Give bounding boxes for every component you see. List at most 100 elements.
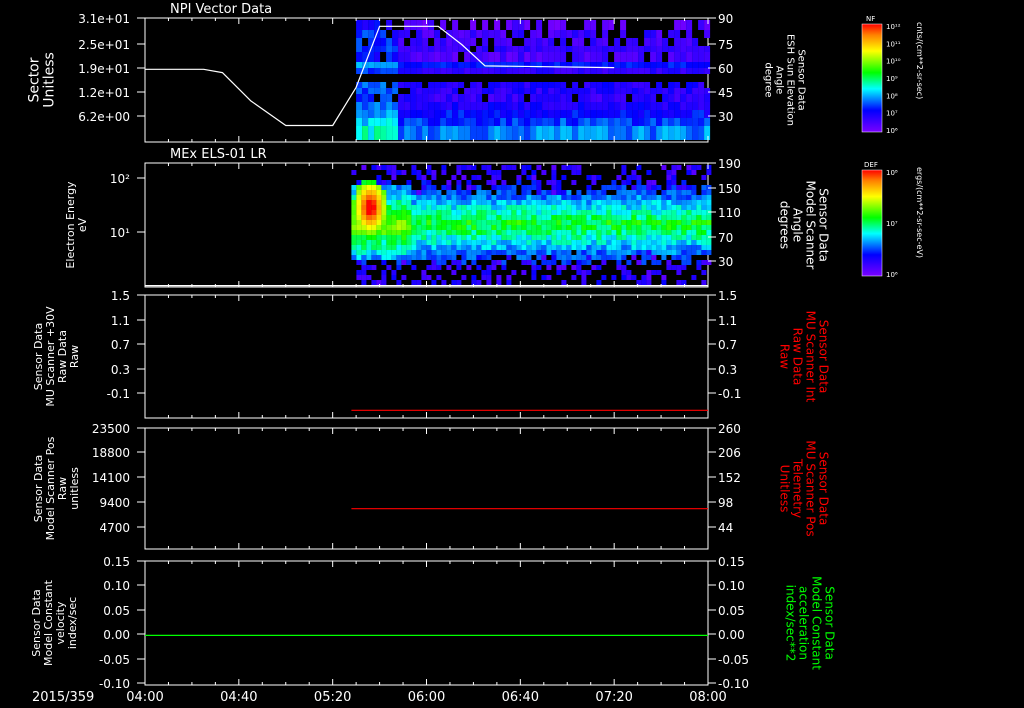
- spectrogram-cell: [446, 46, 453, 52]
- spectrogram-cell: [496, 250, 502, 255]
- spectrogram-cell: [536, 88, 543, 94]
- spectrogram-cell: [374, 68, 381, 74]
- spectrogram-cell: [686, 68, 693, 74]
- spectrogram-cell: [486, 220, 492, 225]
- spectrogram-cell: [470, 102, 477, 110]
- spectrogram-cell: [666, 190, 672, 195]
- spectrogram-cell: [551, 185, 557, 190]
- spectrogram-cell: [512, 102, 519, 110]
- spectrogram-cell: [691, 210, 697, 215]
- spectrogram-cell: [591, 180, 597, 185]
- spectrogram-cell: [371, 220, 377, 225]
- spectrogram-cell: [452, 94, 459, 102]
- spectrogram-cell: [590, 110, 597, 118]
- spectrogram-cell: [351, 170, 357, 175]
- spectrogram-cell: [494, 118, 501, 126]
- spectrogram-cell: [381, 210, 387, 215]
- spectrogram-cell: [591, 245, 597, 250]
- spectrogram-cell: [686, 62, 693, 68]
- spectrogram-cell: [632, 68, 639, 74]
- spectrogram-cell: [440, 46, 447, 52]
- spectrogram-cell: [491, 170, 497, 175]
- spectrogram-cell: [578, 126, 585, 140]
- spectrogram-cell: [691, 275, 697, 280]
- spectrogram-cell: [584, 88, 591, 94]
- spectrogram-cell: [376, 165, 382, 170]
- spectrogram-cell: [686, 102, 693, 110]
- right-tick-label: 75: [718, 38, 733, 52]
- spectrogram-cell: [674, 68, 681, 74]
- spectrogram-cell: [406, 250, 412, 255]
- spectrogram-cell: [521, 245, 527, 250]
- spectrogram-cell: [551, 180, 557, 185]
- spectrogram-cell: [356, 250, 362, 255]
- spectrogram-cell: [486, 275, 492, 280]
- spectrogram-cell: [536, 185, 542, 190]
- spectrogram-cell: [656, 250, 662, 255]
- spectrogram-cell: [621, 275, 627, 280]
- npi-colorbar-ticks: 10¹²10¹¹10¹⁰10⁹10⁸10⁷10⁶: [886, 23, 901, 135]
- spectrogram-cell: [422, 52, 429, 62]
- spectrogram-cell: [494, 126, 501, 140]
- spectrogram-cell: [586, 255, 592, 260]
- spectrogram-cell: [374, 102, 381, 110]
- spectrogram-cell: [541, 225, 547, 230]
- spectrogram-cell: [620, 126, 627, 140]
- spectrogram-cell: [464, 62, 471, 68]
- spectrogram-cell: [511, 225, 517, 230]
- spectrogram-cell: [692, 94, 699, 102]
- spectrogram-cell: [632, 52, 639, 62]
- spectrogram-cell: [536, 52, 543, 62]
- spectrogram-cell: [452, 46, 459, 52]
- spectrogram-cell: [631, 170, 637, 175]
- spectrogram-cell: [572, 126, 579, 140]
- spectrogram-cell: [401, 210, 407, 215]
- spectrogram-cell: [566, 126, 573, 140]
- spectrogram-cell: [548, 30, 555, 38]
- spectrogram-cell: [656, 245, 662, 250]
- spectrogram-cell: [626, 102, 633, 110]
- spectrogram-cell: [706, 195, 712, 200]
- spectrogram-cell: [398, 110, 405, 118]
- spectrogram-cell: [366, 275, 372, 280]
- els-spectrogram: [351, 165, 712, 285]
- spectrogram-cell: [606, 205, 612, 210]
- spectrogram-cell: [546, 190, 552, 195]
- spectrogram-cell: [456, 280, 462, 285]
- spectrogram-cell: [416, 280, 422, 285]
- spectrogram-cell: [391, 275, 397, 280]
- spectrogram-cell: [356, 215, 362, 220]
- spectrogram-cell: [541, 240, 547, 245]
- spectrogram-cell: [476, 195, 482, 200]
- spectrogram-cell: [436, 195, 442, 200]
- spectrogram-cell: [621, 265, 627, 270]
- mu30v-panel-frame: [144, 294, 709, 419]
- spectrogram-cell: [516, 220, 522, 225]
- spectrogram-cell: [471, 200, 477, 205]
- spectrogram-cell: [406, 230, 412, 235]
- spectrogram-cell: [476, 82, 483, 88]
- spectrogram-cell: [524, 82, 531, 88]
- spectrogram-cell: [606, 220, 612, 225]
- spectrogram-cell: [411, 265, 417, 270]
- spectrogram-cell: [391, 270, 397, 275]
- spectrogram-cell: [381, 235, 387, 240]
- spectrogram-cell: [531, 215, 537, 220]
- spectrogram-cell: [671, 240, 677, 245]
- spectrogram-cell: [644, 118, 651, 126]
- spectrogram-cell: [602, 30, 609, 38]
- spectrogram-cell: [476, 220, 482, 225]
- spectrogram-cell: [411, 165, 417, 170]
- spectrogram-cell: [371, 200, 377, 205]
- spectrogram-cell: [548, 68, 555, 74]
- spectrogram-cell: [656, 68, 663, 74]
- spectrogram-cell: [500, 88, 507, 94]
- spectrogram-cell: [470, 38, 477, 46]
- spectrogram-cell: [426, 165, 432, 170]
- spectrogram-cell: [578, 52, 585, 62]
- spectrogram-cell: [662, 118, 669, 126]
- spectrogram-cell: [626, 62, 633, 68]
- spectrogram-cell: [351, 255, 357, 260]
- spectrogram-cell: [646, 250, 652, 255]
- spectrogram-cell: [531, 235, 537, 240]
